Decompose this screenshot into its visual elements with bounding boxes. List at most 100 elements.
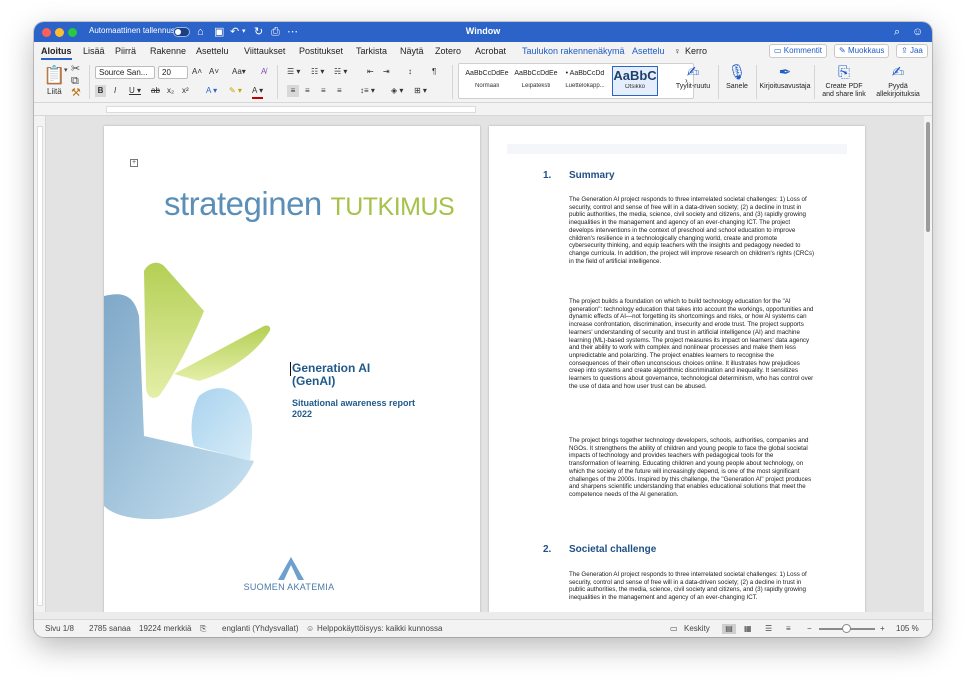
underline-button[interactable]: U ▾ — [129, 85, 141, 97]
search-icon[interactable]: ⌕ — [894, 24, 900, 40]
change-case-icon[interactable]: Aa▾ — [232, 66, 246, 78]
pilcrow-icon[interactable]: ¶ — [432, 66, 436, 78]
web-layout-icon[interactable]: ▦ — [744, 624, 752, 634]
editor-icon: ✒ — [778, 64, 792, 81]
tab-table-layout[interactable]: Asettelu — [632, 46, 665, 56]
request-signatures-button[interactable]: ✍ Pyydä allekirjoituksia — [870, 63, 926, 99]
font-color-icon[interactable]: A ▾ — [252, 85, 264, 99]
dictate-button[interactable]: 🎙 Sanele — [721, 63, 753, 91]
undo-dropdown-icon[interactable]: ▾ — [242, 24, 246, 40]
numbering-icon[interactable]: ☷ ▾ — [311, 66, 324, 78]
paste-icon[interactable]: 📋 — [43, 64, 65, 86]
style-leipateksti[interactable]: AaBbCcDdEe Leipäteksti — [514, 66, 558, 96]
editing-button[interactable]: ✎ Muokkaus — [834, 44, 890, 58]
tab-piirra[interactable]: Piirrä — [115, 46, 136, 56]
tab-postitukset[interactable]: Postitukset — [299, 46, 343, 56]
share-button[interactable]: ⇪ Jaa — [896, 44, 928, 58]
page-summary[interactable]: 1. Summary The Generation AI project res… — [489, 126, 865, 612]
tab-acrobat[interactable]: Acrobat — [475, 46, 506, 56]
cover-graphic — [104, 262, 271, 520]
accessibility-status[interactable]: Helppokäyttöisyys: kaikki kunnossa — [317, 624, 442, 634]
superscript-button[interactable]: x² — [182, 85, 189, 97]
paragraph: The project brings together technology d… — [569, 437, 812, 498]
autosave-toggle[interactable] — [173, 27, 190, 37]
style-luettelokappale[interactable]: • AaBbCcDd Luettelokapp... — [563, 66, 607, 96]
home-icon[interactable]: ⌂ — [197, 24, 204, 40]
style-otsikko[interactable]: AaBbC Otsikko — [612, 66, 658, 96]
table-move-handle-icon[interactable]: + — [130, 159, 138, 167]
focus-mode[interactable]: Keskity — [684, 624, 710, 634]
line-spacing-icon[interactable]: ↕≡ ▾ — [360, 85, 375, 97]
highlight-icon[interactable]: ✎ ▾ — [229, 85, 242, 97]
font-size-combo[interactable]: 20 — [158, 66, 188, 79]
undo-icon[interactable]: ↶ — [230, 24, 239, 40]
shading-icon[interactable]: ◈ ▾ — [391, 85, 403, 97]
align-left-button[interactable]: ≡ — [287, 85, 299, 97]
word-count[interactable]: 2785 sanaa — [89, 624, 131, 634]
format-painter-icon[interactable]: ⚒ — [71, 86, 81, 100]
align-right-button[interactable]: ≡ — [321, 85, 326, 97]
increase-indent-icon[interactable]: ⇥ — [383, 66, 390, 78]
language-status[interactable]: englanti (Yhdysvallat) — [222, 624, 298, 634]
report-title[interactable]: Generation AI (GenAI) — [292, 362, 370, 388]
bold-button[interactable]: B — [95, 85, 106, 97]
redo-icon[interactable]: ↻ — [254, 24, 263, 40]
tab-tarkista[interactable]: Tarkista — [356, 46, 387, 56]
create-pdf-button[interactable]: ⎘ Create PDF and share link — [817, 63, 871, 99]
editor-button[interactable]: ✒ Kirjoitusavustaja — [758, 63, 812, 91]
zoom-out-button[interactable]: − — [807, 624, 812, 634]
more-icon[interactable]: ⋯ — [287, 24, 298, 40]
char-count[interactable]: 19224 merkkiä — [139, 624, 191, 634]
page-count[interactable]: Sivu 1/8 — [45, 624, 74, 634]
paste-dropdown-icon[interactable]: ▾ — [64, 64, 68, 78]
justify-button[interactable]: ≡ — [337, 85, 342, 97]
close-window-button[interactable] — [42, 28, 51, 37]
maximize-window-button[interactable] — [68, 28, 77, 37]
tab-table-design[interactable]: Taulukon rakennenäkymä — [522, 46, 625, 56]
grow-font-icon[interactable]: A˄ — [192, 66, 202, 78]
scrollbar-thumb[interactable] — [926, 122, 930, 232]
strikethrough-button[interactable]: ab — [151, 85, 160, 97]
zoom-slider-thumb[interactable] — [842, 624, 851, 633]
borders-icon[interactable]: ⊞ ▾ — [414, 85, 427, 97]
font-name-combo[interactable]: Source San... — [95, 66, 155, 79]
tab-asettelu[interactable]: Asettelu — [196, 46, 229, 56]
outline-view-icon[interactable]: ☰ — [765, 624, 772, 634]
style-normaali[interactable]: AaBbCcDdEe Normaali — [465, 66, 509, 96]
text-effects-icon[interactable]: A ▾ — [206, 85, 217, 97]
align-center-button[interactable]: ≡ — [305, 85, 310, 97]
print-icon[interactable]: ⎙ — [271, 24, 280, 40]
subscript-button[interactable]: x₂ — [167, 85, 174, 97]
page-cover[interactable]: + strateginen TUTKIMUS Generation AI (Ge… — [104, 126, 480, 612]
sort-icon[interactable]: ↕ — [408, 66, 412, 78]
save-icon[interactable]: ▣ — [214, 24, 224, 40]
draft-view-icon[interactable]: ≡ — [786, 624, 791, 634]
italic-button[interactable]: I — [114, 85, 116, 97]
clear-formatting-icon[interactable]: A̸ — [261, 66, 266, 78]
decrease-indent-icon[interactable]: ⇤ — [367, 66, 374, 78]
styles-pane-button[interactable]: ✍ Tyylit-ruutu — [670, 63, 716, 91]
vertical-scrollbar[interactable] — [924, 116, 932, 612]
shrink-font-icon[interactable]: A˅ — [209, 66, 219, 78]
zoom-level[interactable]: 105 % — [896, 624, 919, 634]
print-layout-icon[interactable]: ▤ — [722, 624, 736, 634]
tab-lisaa[interactable]: Lisää — [83, 46, 105, 56]
tab-aloitus[interactable]: Aloitus — [41, 46, 72, 60]
tab-viittaukset[interactable]: Viittaukset — [244, 46, 285, 56]
horizontal-ruler[interactable] — [34, 103, 932, 116]
tab-rakenne[interactable]: Rakenne — [150, 46, 186, 56]
document-canvas[interactable]: + strateginen TUTKIMUS Generation AI (Ge… — [46, 116, 924, 612]
comments-button[interactable]: ▭ Kommentit — [769, 44, 828, 58]
zoom-in-button[interactable]: + — [880, 624, 885, 634]
minimize-window-button[interactable] — [55, 28, 64, 37]
tab-kerro[interactable]: Kerro — [685, 46, 707, 56]
proofing-icon[interactable]: ⎘ — [200, 624, 206, 634]
multilevel-list-icon[interactable]: ☵ ▾ — [334, 66, 347, 78]
account-icon[interactable]: ☺ — [912, 24, 923, 40]
report-subtitle[interactable]: Situational awareness report 2022 — [292, 398, 452, 420]
bullets-icon[interactable]: ☰ ▾ — [287, 66, 300, 78]
vertical-ruler[interactable] — [34, 116, 46, 612]
tab-zotero[interactable]: Zotero — [435, 46, 461, 56]
tab-nayta[interactable]: Näytä — [400, 46, 424, 56]
report-subtitle-line1: Situational awareness report — [292, 398, 416, 408]
